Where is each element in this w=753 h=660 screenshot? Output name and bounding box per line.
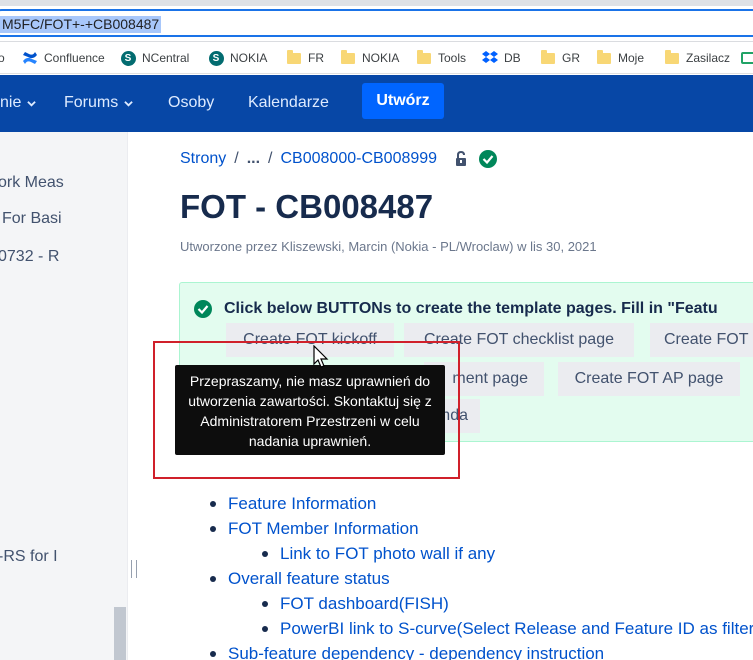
- space-sidebar: ork Meas For Basi 0732 - R -RS for I: [0, 132, 128, 660]
- bullet-dot: [210, 526, 216, 532]
- breadcrumb-separator: /: [268, 150, 273, 167]
- dropbox-icon: [482, 50, 498, 66]
- folder-icon: [286, 49, 302, 66]
- create-fot-ap-button[interactable]: Create FOT AP page: [558, 362, 740, 396]
- confluence-icon: [22, 50, 38, 66]
- bookmark-excel[interactable]: [740, 42, 753, 74]
- bookmark-label: GR: [562, 51, 580, 65]
- list-item-label: Overall feature status: [228, 569, 390, 588]
- sidebar-page-link[interactable]: For Basi: [2, 210, 62, 228]
- breadcrumb-root[interactable]: Strony: [180, 150, 226, 168]
- bookmark-db[interactable]: DB: [482, 42, 521, 74]
- spreadsheet-icon: [740, 50, 753, 66]
- chevron-down-icon: [124, 100, 133, 107]
- nav-label: Kalendarze: [248, 94, 329, 111]
- nav-item-calendars[interactable]: Kalendarze: [248, 94, 329, 112]
- list-item-label: Feature Information: [228, 494, 377, 513]
- verified-check-icon[interactable]: [479, 150, 498, 168]
- list-item[interactable]: FOT dashboard(FISH): [262, 594, 449, 614]
- list-item-label: Sub-feature dependency - dependency inst…: [228, 644, 605, 660]
- sidebar-page-link[interactable]: -RS for I: [0, 548, 58, 566]
- bookmark-tools[interactable]: Tools: [416, 42, 466, 74]
- sidebar-resize-handle[interactable]: [131, 560, 137, 578]
- bullet-dot: [262, 551, 268, 557]
- nav-item-forums[interactable]: Forums: [64, 94, 133, 112]
- url-text[interactable]: M5FC/FOT+-+CB008487: [0, 16, 162, 33]
- list-item-label: PowerBI link to S-curve(Select Release a…: [280, 619, 753, 638]
- list-item[interactable]: Sub-feature dependency - dependency inst…: [210, 644, 604, 660]
- bookmark-nokia-folder[interactable]: NOKIA: [340, 42, 399, 74]
- bookmark-ncentral[interactable]: S NCentral: [120, 42, 189, 74]
- permission-tooltip: Przepraszamy, nie masz uprawnień do utwo…: [175, 365, 445, 455]
- bookmark-label: Tools: [438, 51, 467, 65]
- folder-icon: [540, 49, 556, 66]
- sidebar-page-link[interactable]: ork Meas: [0, 174, 64, 192]
- bookmark-confluence[interactable]: Confluence: [22, 42, 105, 74]
- check-circle-icon: [194, 300, 212, 318]
- list-item-label: Link to FOT photo wall if any: [280, 544, 496, 563]
- bookmarks-bar: o Confluence S NCentral S NOKIA FR NOKIA…: [0, 42, 753, 74]
- bullet-dot: [210, 576, 216, 582]
- list-item-label: FOT Member Information: [228, 519, 419, 538]
- nav-label: Forums: [64, 94, 119, 111]
- bookmark-label: NOKIA: [362, 51, 400, 65]
- list-item[interactable]: Link to FOT photo wall if any: [262, 544, 495, 564]
- bookmark-label: FR: [308, 51, 324, 65]
- bookmark-label: DB: [504, 51, 521, 65]
- breadcrumb-ellipsis[interactable]: ...: [247, 150, 260, 168]
- page-byline: Utworzone przez Kliszewski, Marcin (Noki…: [180, 239, 597, 254]
- bookmark-label: NOKIA: [230, 51, 268, 65]
- bookmark-label: NCentral: [142, 51, 190, 65]
- bullet-dot: [262, 626, 268, 632]
- breadcrumb-separator: /: [234, 150, 239, 167]
- breadcrumb-current[interactable]: CB008000-CB008999: [281, 150, 438, 168]
- list-item-label: FOT dashboard(FISH): [280, 594, 449, 613]
- list-item[interactable]: Overall feature status: [210, 569, 390, 589]
- folder-icon: [664, 49, 680, 66]
- bullet-dot: [210, 501, 216, 507]
- bullet-dot: [210, 651, 216, 657]
- mouse-cursor-icon: [313, 345, 329, 368]
- sidebar-scrollbar[interactable]: [114, 607, 126, 660]
- list-item[interactable]: Feature Information: [210, 494, 376, 514]
- nav-label: Osoby: [168, 94, 215, 111]
- bookmark-nokia-sp[interactable]: S NOKIA: [208, 42, 267, 74]
- create-fot-button[interactable]: Create FOT: [650, 323, 753, 357]
- browser-address-area: M5FC/FOT+-+CB008487: [0, 0, 753, 42]
- bookmark-gr[interactable]: GR: [540, 42, 580, 74]
- page-title: FOT - CB008487: [180, 188, 434, 225]
- nav-label: nie: [0, 94, 22, 111]
- list-item[interactable]: PowerBI link to S-curve(Select Release a…: [262, 619, 753, 639]
- bookmark-label: Confluence: [44, 51, 105, 65]
- sharepoint-icon: S: [208, 50, 224, 66]
- bookmark-fr[interactable]: FR: [286, 42, 324, 74]
- folder-icon: [416, 49, 432, 66]
- sharepoint-icon: S: [120, 50, 136, 66]
- bookmark-label: Moje: [618, 51, 645, 65]
- list-item[interactable]: FOT Member Information: [210, 519, 419, 539]
- bookmark-moje[interactable]: Moje: [596, 42, 644, 74]
- nav-item-people[interactable]: Osoby: [168, 94, 214, 112]
- create-button[interactable]: Utwórz: [362, 83, 444, 119]
- breadcrumb: Strony / ... / CB008000-CB008999: [180, 150, 498, 168]
- bookmark-label: o: [0, 51, 5, 65]
- bookmark-label: Zasilacz: [686, 51, 731, 65]
- panel-heading: Click below BUTTONs to create the templa…: [224, 300, 718, 317]
- tab-strip: [0, 0, 753, 6]
- bullet-dot: [262, 601, 268, 607]
- nav-item-spaces[interactable]: nie: [0, 94, 37, 112]
- unlock-icon[interactable]: [453, 151, 469, 167]
- chevron-down-icon: [27, 100, 37, 107]
- sidebar-page-link[interactable]: 0732 - R: [0, 248, 59, 266]
- folder-icon: [596, 49, 612, 66]
- folder-icon: [340, 49, 356, 66]
- bookmark-zasilacz[interactable]: Zasilacz: [664, 42, 730, 74]
- bookmark-o[interactable]: o: [0, 42, 5, 74]
